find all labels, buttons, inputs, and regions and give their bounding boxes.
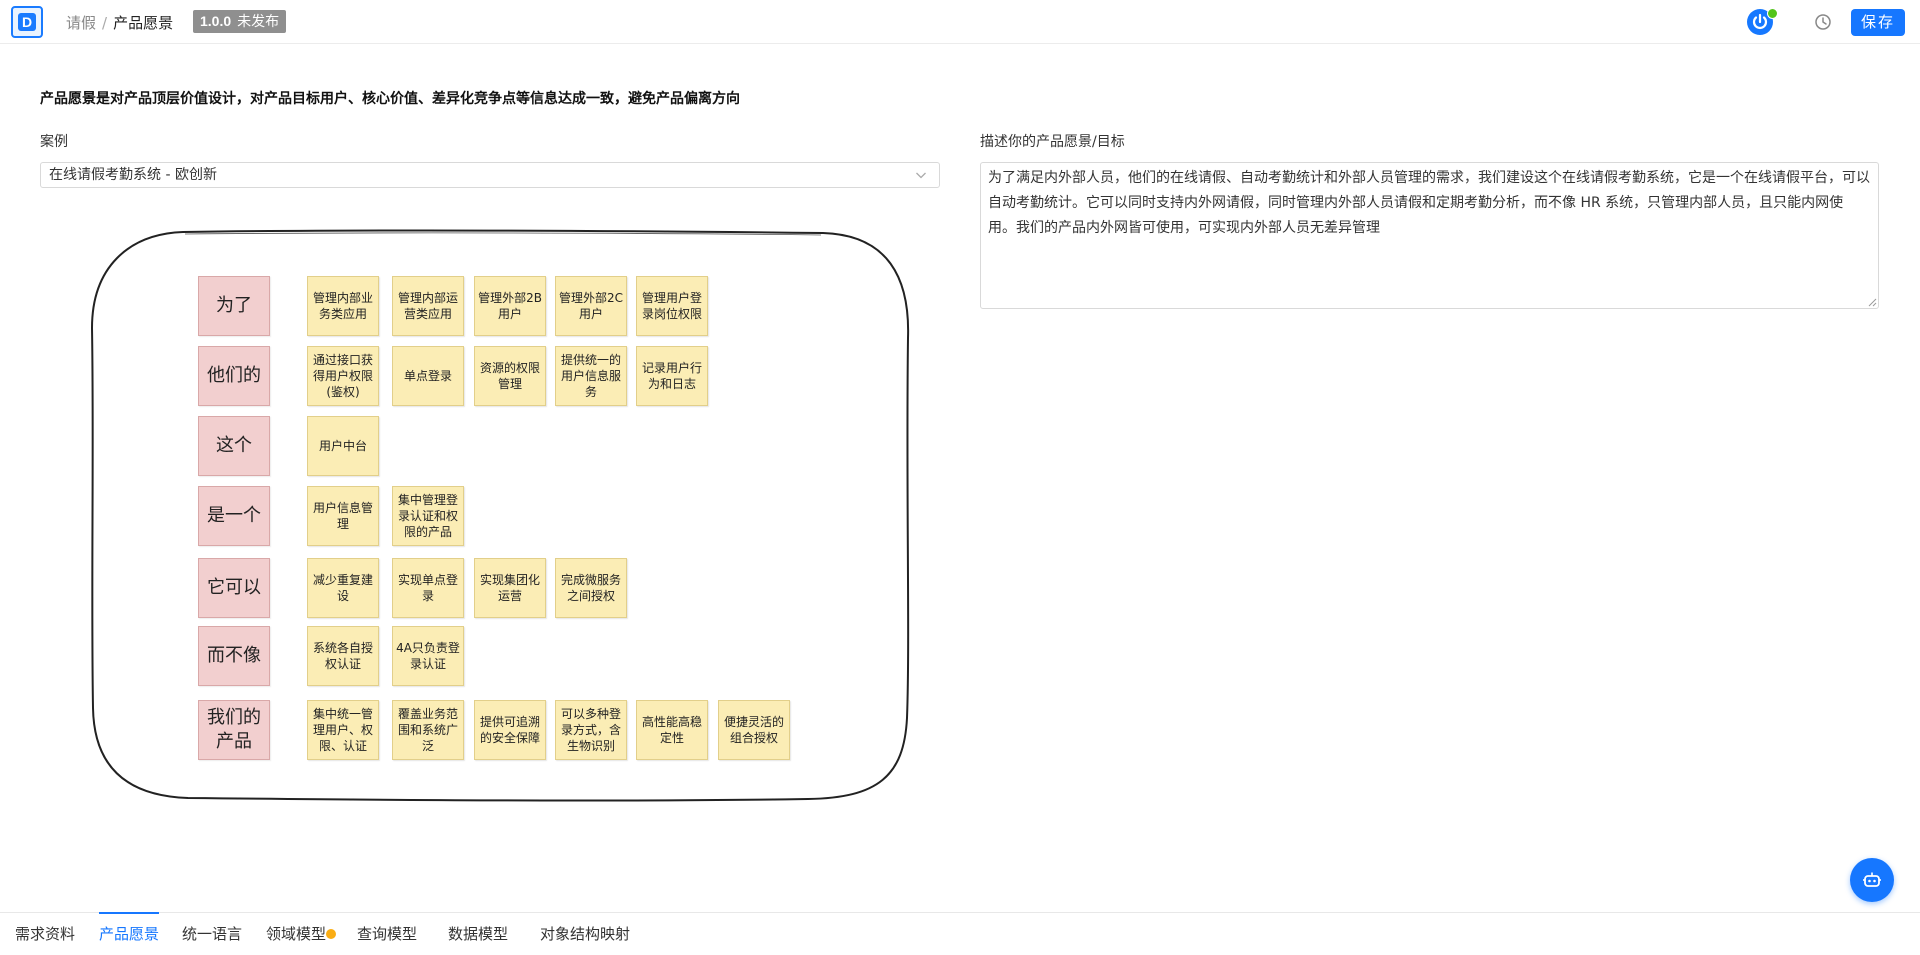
vision-board: 为了 管理内部业务类应用 管理内部运营类应用 管理外部2B用户 管理外部2C用户 管理用户…	[88, 228, 914, 804]
tab-requirements[interactable]: 需求资料	[15, 913, 75, 955]
version-badge: 1.0.0 未发布	[193, 10, 287, 33]
tab-domain-model[interactable]: 领域模型	[266, 913, 337, 955]
page-description: 产品愿景是对产品顶层价值设计，对产品目标用户、核心价值、差异化竞争点等信息达成一…	[40, 91, 740, 107]
sticky-note[interactable]: 完成微服务之间授权	[555, 558, 627, 618]
app-logo[interactable]: D	[11, 6, 43, 38]
sticky-note[interactable]: 实现集团化运营	[474, 558, 546, 618]
sticky-note[interactable]: 管理外部2B用户	[474, 276, 546, 336]
vision-textarea[interactable]: 为了满足内外部人员，他们的在线请假、自动考勤统计和外部人员管理的需求，我们建设这…	[980, 162, 1879, 309]
top-header: D 请假 / 产品愿景 1.0.0 未发布 保存	[0, 0, 1920, 44]
breadcrumb-current: 产品愿景	[113, 14, 174, 32]
sticky-note[interactable]: 管理内部业务类应用	[307, 276, 379, 336]
sticky-note[interactable]: 用户信息管理	[307, 486, 379, 546]
example-selected-value: 在线请假考勤系统 - 欧创新	[49, 167, 217, 183]
sticky-note[interactable]: 管理外部2C用户	[555, 276, 627, 336]
board-row-label: 而不像	[198, 626, 270, 686]
breadcrumb-separator: /	[102, 14, 108, 32]
version-number: 1.0.0	[200, 13, 232, 29]
sticky-note[interactable]: 提供统一的用户信息服务	[555, 346, 627, 406]
bottom-tab-bar: 需求资料 产品愿景 统一语言 领域模型 查询模型 数据模型 对象结构映射	[0, 912, 1920, 955]
online-status-dot	[1767, 8, 1778, 19]
sticky-note[interactable]: 记录用户行为和日志	[636, 346, 708, 406]
board-row-label: 为了	[198, 276, 270, 336]
tab-product-vision[interactable]: 产品愿景	[99, 912, 160, 955]
sticky-note[interactable]: 覆盖业务范围和系统广泛	[392, 700, 464, 760]
sticky-note[interactable]: 提供可追溯的安全保障	[474, 700, 546, 760]
sticky-note[interactable]: 管理用户登录岗位权限	[636, 276, 708, 336]
sticky-note[interactable]: 用户中台	[307, 416, 379, 476]
board-row-label: 它可以	[198, 558, 270, 618]
tab-ubiquitous-language[interactable]: 统一语言	[182, 913, 242, 955]
sticky-note[interactable]: 便捷灵活的组合授权	[718, 700, 790, 760]
sticky-note[interactable]: 可以多种登录方式，含生物识别	[555, 700, 627, 760]
tab-object-mapping[interactable]: 对象结构映射	[540, 913, 630, 955]
resize-grip-icon[interactable]	[1867, 297, 1877, 307]
breadcrumb-parent[interactable]: 请假	[66, 14, 96, 32]
save-button[interactable]: 保存	[1851, 9, 1905, 36]
sticky-note[interactable]: 集中管理登录认证和权限的产品	[392, 486, 464, 546]
sticky-note[interactable]: 资源的权限管理	[474, 346, 546, 406]
robot-icon	[1863, 872, 1881, 887]
sticky-note[interactable]: 集中统一管理用户、权限、认证	[307, 700, 379, 760]
sticky-note[interactable]: 4A只负责登录认证	[392, 626, 464, 686]
tab-data-model[interactable]: 数据模型	[448, 913, 508, 955]
breadcrumb: 请假 / 产品愿景	[66, 12, 173, 33]
sticky-note[interactable]: 通过接口获得用户权限(鉴权)	[307, 346, 379, 406]
sticky-note[interactable]: 实现单点登录	[392, 558, 464, 618]
sticky-note[interactable]: 系统各自授权认证	[307, 626, 379, 686]
tab-query-model[interactable]: 查询模型	[357, 913, 417, 955]
vision-label: 描述你的产品愿景/目标	[980, 134, 1125, 150]
example-label: 案例	[40, 134, 68, 150]
sticky-note[interactable]: 单点登录	[392, 346, 464, 406]
sticky-note[interactable]: 减少重复建设	[307, 558, 379, 618]
history-icon[interactable]	[1813, 12, 1833, 32]
chevron-down-icon	[916, 172, 926, 179]
notification-dot	[326, 929, 337, 939]
board-row-label: 我们的产品	[198, 700, 270, 760]
sticky-note[interactable]: 管理内部运营类应用	[392, 276, 464, 336]
board-row-label: 是一个	[198, 486, 270, 546]
board-row-label: 他们的	[198, 346, 270, 406]
board-row-label: 这个	[198, 416, 270, 476]
sticky-note[interactable]: 高性能高稳定性	[636, 700, 708, 760]
example-select[interactable]: 在线请假考勤系统 - 欧创新	[40, 162, 940, 188]
version-status: 未发布	[237, 14, 280, 30]
assistant-bot-button[interactable]	[1850, 858, 1894, 902]
logo-mark: D	[18, 13, 36, 31]
